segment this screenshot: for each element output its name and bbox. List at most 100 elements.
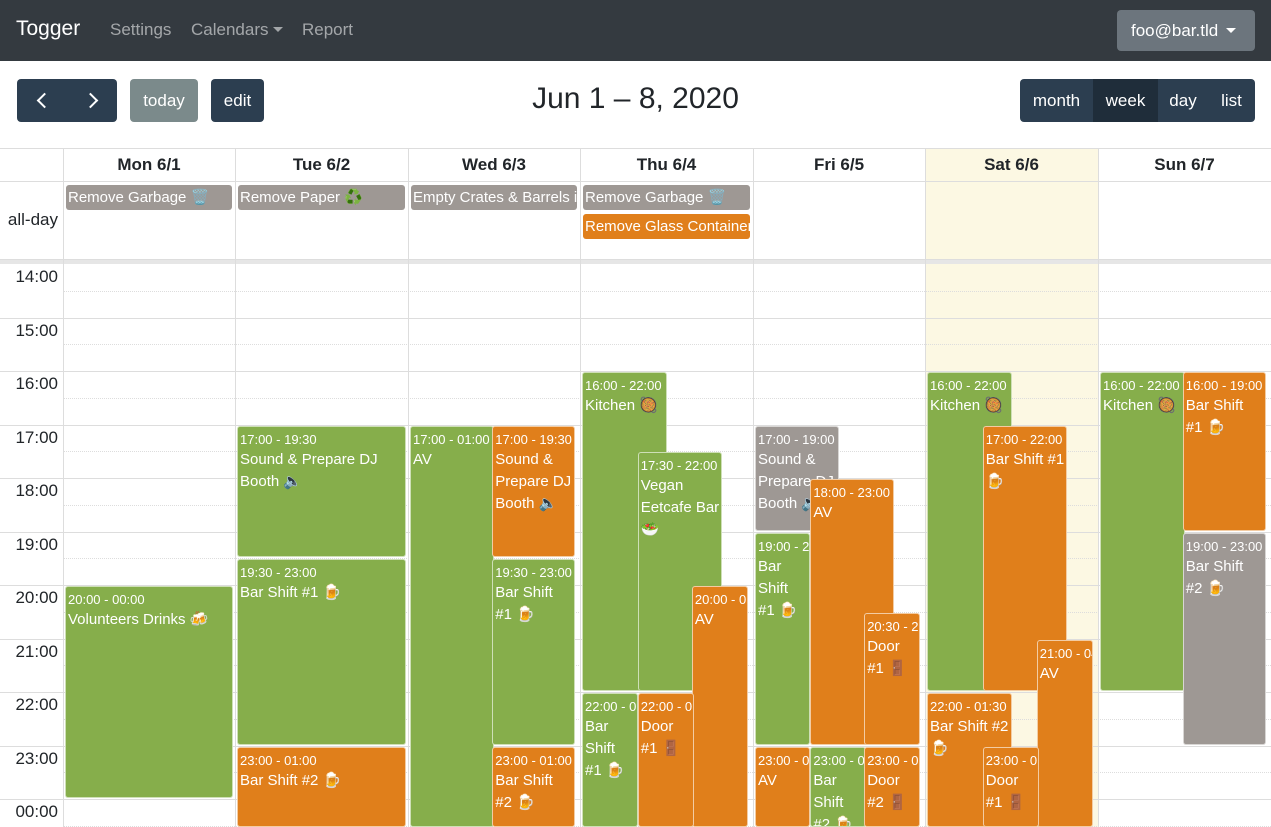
event-time: 23:00 - 01:00 xyxy=(985,752,1038,768)
half-hour-line xyxy=(63,291,1271,292)
calendar-event[interactable]: 22:00 - 01:00 Bar Shift #1 🍺 xyxy=(582,693,638,827)
event-time: 20:00 - 00:00 xyxy=(68,592,145,607)
event-title: AV xyxy=(1039,664,1059,682)
event-title: Bar Shift #2 🍺 xyxy=(495,771,553,811)
hour-line xyxy=(0,318,1271,319)
event-title: Door #2 🚪 xyxy=(867,771,907,811)
calendar-event[interactable]: 23:00 - 01:00 Door #2 🚪 xyxy=(864,746,920,827)
day-column-line xyxy=(63,149,64,827)
user-menu-button[interactable]: foo@bar.tld xyxy=(1117,10,1255,51)
nav-settings[interactable]: Settings xyxy=(110,20,171,40)
event-title: Bar Shift #1 🍺 xyxy=(240,584,342,602)
calendar-event[interactable]: 17:00 - 19:30 Sound & Prepare DJ Booth 🔈 xyxy=(492,425,575,558)
view-month-button[interactable]: month xyxy=(1020,79,1093,122)
day-column-line xyxy=(1098,149,1099,827)
event-title: Sound & Prepare DJ Booth 🔈 xyxy=(495,450,572,512)
time-label: 16:00 xyxy=(15,374,58,393)
event-time: 16:00 - 22:00 xyxy=(585,378,662,393)
calendar-event[interactable]: 23:00 - 01:00 Bar Shift #2 🍺 xyxy=(810,746,866,827)
event-time: 19:30 - 23:00 xyxy=(495,565,572,581)
event-time: 17:00 - 19:30 xyxy=(240,431,317,447)
day-header[interactable]: Sat 6/6 xyxy=(925,149,1098,181)
all-day-event[interactable]: Empty Crates & Barrels i xyxy=(411,185,577,210)
event-title: AV xyxy=(694,611,714,628)
allday-divider xyxy=(0,259,1271,264)
all-day-event[interactable]: Remove Garbage 🗑️ xyxy=(583,185,750,210)
calendar-event[interactable]: 20:00 - 00:00 Volunteers Drinks 🍻 xyxy=(65,586,233,798)
event-title: AV xyxy=(413,450,432,468)
event-title: AV xyxy=(758,771,777,789)
event-title: Kitchen 🥘 xyxy=(585,397,658,414)
event-time: 23:00 - 01:00 xyxy=(867,752,919,768)
event-title: Bar Shift #1 🍺 xyxy=(585,718,625,779)
event-time: 17:00 - 19:30 xyxy=(495,431,572,447)
view-week-button[interactable]: week xyxy=(1093,79,1158,122)
event-time: 16:00 - 22:00 xyxy=(1103,378,1180,393)
event-time: 22:00 - 01:00 xyxy=(585,699,637,714)
nav-report[interactable]: Report xyxy=(302,20,353,40)
day-column-line xyxy=(408,149,409,827)
event-time: 20:00 - 01:00 xyxy=(694,592,747,607)
time-label: 20:00 xyxy=(15,588,58,607)
time-label: 21:00 xyxy=(15,642,58,661)
event-title: Bar Shift #1 🍺 xyxy=(495,584,553,624)
event-time: 23:00 - 01:00 xyxy=(495,752,572,768)
time-label: 14:00 xyxy=(15,267,58,286)
calendar-event[interactable]: 20:30 - 23:00 Door #1 🚪 xyxy=(864,612,920,745)
day-column-line xyxy=(580,149,581,827)
event-title: Bar Shift #1 🍺 xyxy=(985,450,1065,490)
navbar: Togger Settings Calendars Report foo@bar… xyxy=(0,0,1271,61)
event-title: Kitchen 🥘 xyxy=(1103,397,1176,414)
event-title: Bar Shift #2 🍺 xyxy=(1185,557,1244,597)
event-title: Door #1 🚪 xyxy=(867,637,907,677)
caret-down-icon xyxy=(1226,27,1237,33)
event-title: Door #1 🚪 xyxy=(985,771,1026,811)
calendar-event[interactable]: 21:00 - 04:00 AV xyxy=(1036,639,1093,827)
event-title: Vegan Eetcafe Bar 🥗 xyxy=(640,477,720,539)
day-header[interactable]: Thu 6/4 xyxy=(580,149,753,181)
event-title: Bar Shift #1 🍺 xyxy=(1185,397,1244,436)
all-day-event[interactable]: Remove Glass Container xyxy=(583,214,750,239)
view-day-button[interactable]: day xyxy=(1158,79,1208,122)
all-day-event[interactable]: Remove Garbage 🗑️ xyxy=(66,185,232,210)
view-list-button[interactable]: list xyxy=(1208,79,1255,122)
calendar-event[interactable]: 17:00 - 19:30 Sound & Prepare DJ Booth 🔈 xyxy=(237,425,406,558)
calendar-event[interactable]: 17:00 - 01:00 AV xyxy=(410,425,494,827)
time-label: 00:00 xyxy=(15,802,58,821)
nav-calendars-label: Calendars xyxy=(191,20,269,39)
event-time: 17:00 - 22:00 xyxy=(985,431,1063,447)
day-header[interactable]: Fri 6/5 xyxy=(753,149,925,181)
day-header[interactable]: Wed 6/3 xyxy=(408,149,580,181)
day-column-line xyxy=(235,149,236,827)
calendar-event[interactable]: 19:30 - 23:00 Bar Shift #1 🍺 xyxy=(492,559,575,745)
calendar-event[interactable]: 20:00 - 01:00 AV xyxy=(691,586,748,827)
calendar-event[interactable]: 23:00 - 04:00 AV xyxy=(755,746,811,827)
calendar-event[interactable]: 16:00 - 22:00 Kitchen 🥘 xyxy=(1100,372,1185,691)
event-title: AV xyxy=(813,504,833,521)
day-column-line xyxy=(925,149,926,827)
day-header[interactable]: Tue 6/2 xyxy=(235,149,408,181)
day-header[interactable]: Mon 6/1 xyxy=(63,149,235,181)
header-divider xyxy=(0,181,1271,182)
calendar-event[interactable]: 23:00 - 01:00 Bar Shift #2 🍺 xyxy=(237,746,406,827)
event-time: 19:30 - 23:00 xyxy=(240,565,317,581)
all-day-event[interactable]: Remove Paper ♻️ xyxy=(238,185,405,210)
calendar-event[interactable]: 23:00 - 01:00 Bar Shift #2 🍺 xyxy=(492,746,575,827)
event-title: Bar Shift #2 🍺 xyxy=(813,771,853,827)
half-hour-line xyxy=(63,398,1271,399)
day-header[interactable]: Sun 6/7 xyxy=(1098,149,1271,181)
calendar-event[interactable]: 19:00 - 23:00 Bar Shift #2 🍺 xyxy=(1182,532,1266,745)
event-time: 17:00 - 01:00 xyxy=(413,431,490,447)
time-label: 23:00 xyxy=(15,749,58,768)
nav-calendars[interactable]: Calendars xyxy=(191,20,283,40)
event-time: 19:00 - 23:00 xyxy=(1185,538,1263,554)
calendar-event[interactable]: 22:00 - 01:00 Door #1 🚪 xyxy=(637,693,694,827)
calendar-event[interactable]: 19:30 - 23:00 Bar Shift #1 🍺 xyxy=(237,559,406,745)
brand[interactable]: Togger xyxy=(16,17,80,41)
view-switcher: month week day list xyxy=(1020,79,1255,122)
event-time: 20:30 - 23:00 xyxy=(867,618,919,634)
calendar-event[interactable]: 19:00 - 23:00 Bar Shift #1 🍺 xyxy=(755,532,811,745)
calendar-event[interactable]: 23:00 - 01:00 Door #1 🚪 xyxy=(982,746,1039,827)
event-title: Sound & Prepare DJ Booth 🔈 xyxy=(240,450,378,490)
calendar-event[interactable]: 16:00 - 19:00 Bar Shift #1 🍺 xyxy=(1182,372,1266,531)
